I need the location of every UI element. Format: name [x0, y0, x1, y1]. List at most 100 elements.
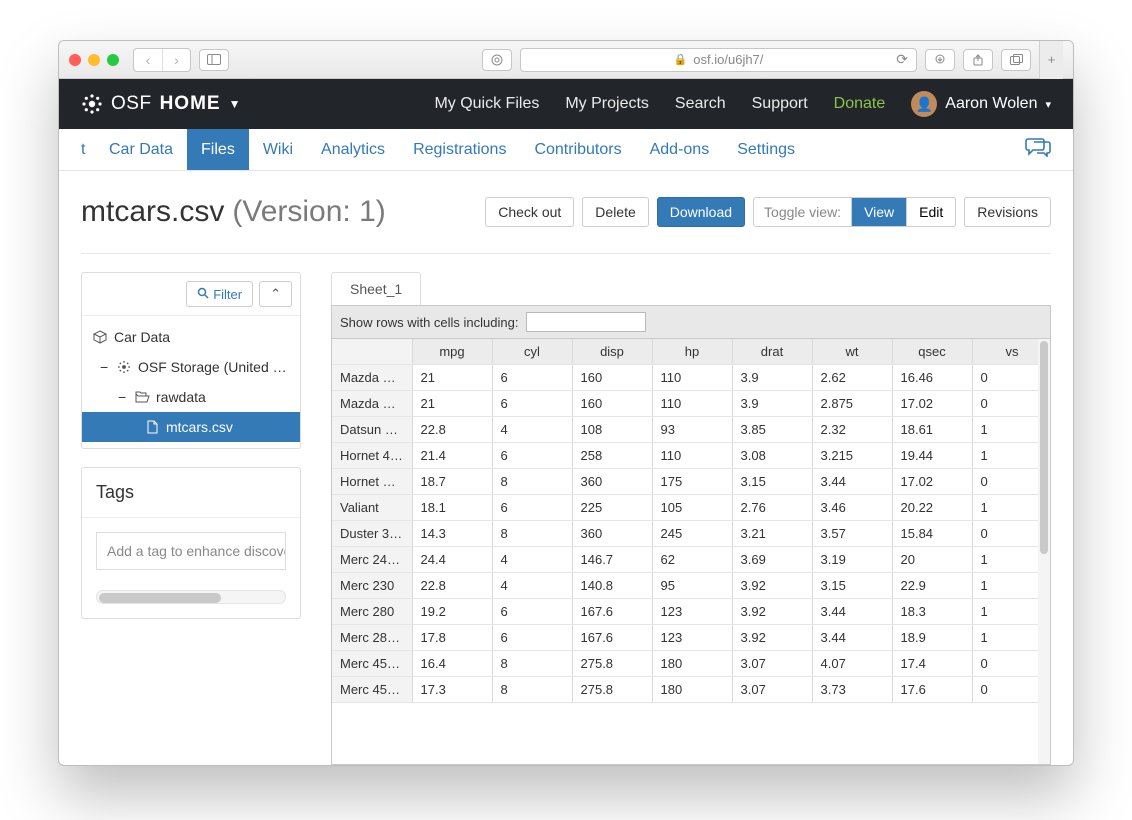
data-cell[interactable]: 93	[652, 417, 732, 443]
tabs-button[interactable]	[1001, 49, 1031, 71]
data-cell[interactable]: 3.07	[732, 677, 812, 703]
data-cell[interactable]: 105	[652, 495, 732, 521]
data-cell[interactable]: 180	[652, 677, 732, 703]
row-header-cell[interactable]: Hornet 4 Dr…	[332, 443, 412, 469]
address-bar[interactable]: 🔒 osf.io/u6jh7/ ⟳	[520, 48, 917, 72]
project-title-link[interactable]: Car Data	[109, 129, 173, 170]
data-cell[interactable]: 160	[572, 365, 652, 391]
data-cell[interactable]: 3.07	[732, 651, 812, 677]
data-cell[interactable]: 3.69	[732, 547, 812, 573]
data-cell[interactable]: 275.8	[572, 651, 652, 677]
row-header-cell[interactable]: Merc 230	[332, 573, 412, 599]
data-cell[interactable]: 3.92	[732, 599, 812, 625]
data-cell[interactable]: 3.92	[732, 625, 812, 651]
data-cell[interactable]: 3.15	[812, 573, 892, 599]
filter-button[interactable]: Filter	[186, 281, 253, 307]
data-cell[interactable]: 22.8	[412, 417, 492, 443]
data-cell[interactable]: 4	[492, 573, 572, 599]
data-cell[interactable]: 16.46	[892, 365, 972, 391]
horizontal-scrollbar[interactable]	[96, 590, 286, 604]
brand[interactable]: OSFHOME ▼	[81, 93, 241, 115]
data-cell[interactable]: 167.6	[572, 625, 652, 651]
sidebar-toggle-button[interactable]	[199, 49, 229, 71]
column-header[interactable]	[332, 339, 412, 365]
row-header-cell[interactable]: Merc 240D	[332, 547, 412, 573]
collapse-icon[interactable]: −	[118, 389, 128, 405]
row-header-cell[interactable]: Valiant	[332, 495, 412, 521]
data-cell[interactable]: 3.15	[732, 469, 812, 495]
close-icon[interactable]	[69, 54, 81, 66]
row-header-cell[interactable]: Merc 280C	[332, 625, 412, 651]
table-row[interactable]: Merc 240D24.44146.7623.693.19201	[332, 547, 1051, 573]
data-cell[interactable]: 18.61	[892, 417, 972, 443]
download-button[interactable]	[925, 49, 955, 71]
data-cell[interactable]: 258	[572, 443, 652, 469]
data-cell[interactable]: 20	[892, 547, 972, 573]
data-cell[interactable]: 8	[492, 677, 572, 703]
data-cell[interactable]: 3.9	[732, 391, 812, 417]
table-row[interactable]: Duster 36014.383602453.213.5715.840	[332, 521, 1051, 547]
data-cell[interactable]: 95	[652, 573, 732, 599]
table-row[interactable]: Merc 450SE16.48275.81803.074.0717.40	[332, 651, 1051, 677]
data-cell[interactable]: 245	[652, 521, 732, 547]
maximize-icon[interactable]	[107, 54, 119, 66]
data-cell[interactable]: 2.62	[812, 365, 892, 391]
data-cell[interactable]: 3.215	[812, 443, 892, 469]
table-row[interactable]: Hornet 4 Dr…21.462581103.083.21519.441	[332, 443, 1051, 469]
data-cell[interactable]: 3.21	[732, 521, 812, 547]
tab-files[interactable]: Files	[187, 129, 249, 170]
vertical-scrollbar[interactable]	[1038, 339, 1050, 764]
data-cell[interactable]: 21	[412, 365, 492, 391]
data-cell[interactable]: 17.02	[892, 391, 972, 417]
column-header[interactable]: qsec	[892, 339, 972, 365]
tab-addons[interactable]: Add-ons	[636, 129, 724, 170]
toggle-view[interactable]: View	[852, 198, 907, 226]
download-button[interactable]: Download	[657, 197, 745, 227]
data-cell[interactable]: 4	[492, 417, 572, 443]
tab-wiki[interactable]: Wiki	[249, 129, 307, 170]
checkout-button[interactable]: Check out	[485, 197, 574, 227]
user-menu[interactable]: 👤 Aaron Wolen ▾	[911, 91, 1051, 117]
data-cell[interactable]: 22.8	[412, 573, 492, 599]
data-cell[interactable]: 17.6	[892, 677, 972, 703]
row-header-cell[interactable]: Duster 360	[332, 521, 412, 547]
nav-my-projects[interactable]: My Projects	[565, 95, 649, 113]
tumblr-icon[interactable]: t	[81, 129, 101, 170]
nav-quick-files[interactable]: My Quick Files	[434, 95, 539, 113]
data-cell[interactable]: 110	[652, 391, 732, 417]
tag-input[interactable]: Add a tag to enhance discove	[96, 532, 286, 570]
nav-donate[interactable]: Donate	[834, 95, 886, 113]
table-row[interactable]: Merc 450SL17.38275.81803.073.7317.60	[332, 677, 1051, 703]
data-cell[interactable]: 17.8	[412, 625, 492, 651]
data-cell[interactable]: 3.46	[812, 495, 892, 521]
data-cell[interactable]: 6	[492, 365, 572, 391]
data-cell[interactable]: 4	[492, 547, 572, 573]
data-cell[interactable]: 8	[492, 651, 572, 677]
data-cell[interactable]: 15.84	[892, 521, 972, 547]
data-cell[interactable]: 110	[652, 443, 732, 469]
data-cell[interactable]: 17.02	[892, 469, 972, 495]
data-cell[interactable]: 22.9	[892, 573, 972, 599]
data-cell[interactable]: 8	[492, 469, 572, 495]
data-cell[interactable]: 360	[572, 469, 652, 495]
row-header-cell[interactable]: Mazda RX4…	[332, 391, 412, 417]
back-icon[interactable]: ‹	[134, 49, 162, 71]
table-row[interactable]: Valiant18.162251052.763.4620.221	[332, 495, 1051, 521]
data-cell[interactable]: 24.4	[412, 547, 492, 573]
data-cell[interactable]: 3.85	[732, 417, 812, 443]
row-header-cell[interactable]: Hornet Spo…	[332, 469, 412, 495]
data-cell[interactable]: 19.44	[892, 443, 972, 469]
tab-contributors[interactable]: Contributors	[520, 129, 635, 170]
new-tab-button[interactable]: +	[1039, 41, 1063, 79]
data-cell[interactable]: 18.7	[412, 469, 492, 495]
data-cell[interactable]: 2.32	[812, 417, 892, 443]
column-header[interactable]: hp	[652, 339, 732, 365]
data-cell[interactable]: 14.3	[412, 521, 492, 547]
reload-icon[interactable]: ⟳	[896, 51, 908, 68]
share-button[interactable]	[963, 49, 993, 71]
data-cell[interactable]: 6	[492, 391, 572, 417]
tab-registrations[interactable]: Registrations	[399, 129, 520, 170]
data-cell[interactable]: 3.73	[812, 677, 892, 703]
data-cell[interactable]: 3.57	[812, 521, 892, 547]
data-cell[interactable]: 6	[492, 443, 572, 469]
